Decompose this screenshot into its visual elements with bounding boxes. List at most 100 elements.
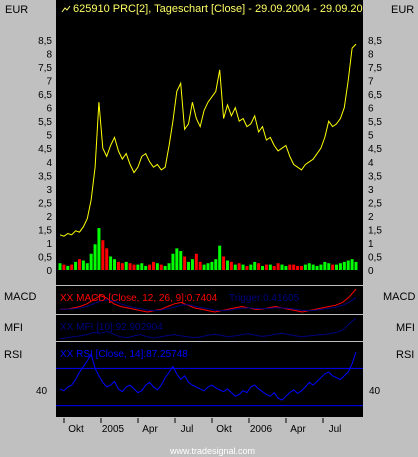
volume-bar (62, 264, 66, 270)
volume-bar (198, 261, 202, 270)
volume-bar (335, 264, 339, 270)
volume-bar (253, 261, 257, 270)
price-tick-left-12: 6 (46, 104, 52, 115)
rsi-side-label-left: RSI (4, 349, 22, 361)
volume-bar (315, 265, 319, 270)
volume-bar (241, 264, 245, 270)
macd-side-label-right: MACD (383, 291, 415, 303)
volume-bar (151, 261, 155, 270)
price-tick-right-16: 8 (368, 50, 374, 61)
volume-bar (132, 264, 136, 270)
volume-bar (89, 253, 93, 270)
volume-bar (202, 264, 206, 270)
volume-bar (249, 264, 253, 270)
volume-bar (74, 261, 78, 270)
watermark: www.tradesignal.com (169, 446, 255, 456)
volume-bar (140, 263, 144, 270)
volume-bar (175, 248, 179, 270)
rsi-legend: XX RSI [Close, 14]:87.25748 (60, 349, 188, 360)
price-tick-left-16: 8 (46, 50, 52, 61)
macd-legend-trigger: Trigger:0.41605 (229, 293, 300, 304)
price-tick-right-15: 7,5 (368, 63, 382, 74)
price-tick-left-0: 0 (46, 266, 52, 277)
price-tick-right-14: 7 (368, 77, 374, 88)
volume-bar (214, 259, 218, 270)
x-tick-label-0: Okt (68, 424, 84, 435)
price-tick-right-17: 8,5 (368, 36, 382, 47)
volume-bar (225, 260, 229, 270)
volume-bar (105, 248, 109, 270)
volume-bar (206, 263, 210, 270)
volume-bar (77, 259, 81, 270)
price-tick-left-6: 3 (46, 185, 52, 196)
x-tick-label-2: Apr (142, 424, 158, 435)
price-tick-right-3: 1,5 (368, 225, 382, 236)
price-tick-left-9: 4,5 (38, 144, 52, 155)
volume-bar (327, 263, 331, 270)
volume-bar (120, 263, 124, 270)
volume-bar (171, 253, 175, 270)
volume-bar (101, 240, 105, 270)
volume-bar (58, 263, 62, 270)
mfi-side-label-left: MFI (4, 322, 23, 334)
volume-bar (183, 256, 187, 270)
x-tick-label-6: Apr (290, 424, 306, 435)
volume-bar (85, 263, 89, 270)
chart-title: 625910 PRC[2], Tageschart [Close] - 29.0… (73, 3, 363, 15)
price-tick-left-17: 8,5 (38, 36, 52, 47)
volume-bar (268, 264, 272, 270)
volume-bar (81, 260, 85, 270)
volume-bar (338, 263, 342, 270)
chart-root: EUR EUR 625910 PRC[2], Tageschart [Close… (0, 0, 418, 457)
volume-bar (354, 261, 358, 270)
volume-bar (159, 264, 163, 270)
x-tick-label-5: 2006 (250, 424, 273, 435)
volume-bar (303, 264, 307, 270)
volume-bar (167, 263, 171, 270)
macd-side-label-left: MACD (4, 291, 36, 303)
rsi-side-label-right: RSI (396, 349, 414, 361)
volume-bar (109, 256, 113, 270)
volume-bar (319, 264, 323, 270)
volume-bar (210, 261, 214, 270)
price-tick-left-1: 0,5 (38, 252, 52, 263)
volume-bar (237, 263, 241, 270)
volume-bar (288, 264, 292, 270)
volume-bar (233, 264, 237, 270)
volume-bar (179, 251, 183, 270)
x-tick-label-1: 2005 (102, 424, 125, 435)
volume-bar (245, 265, 249, 270)
price-tick-left-7: 3,5 (38, 171, 52, 182)
x-tick-label-3: Jul (181, 424, 194, 435)
volume-bar (276, 263, 280, 270)
price-tick-right-4: 2 (368, 212, 374, 223)
price-tick-left-4: 2 (46, 212, 52, 223)
price-ylabel-right: EUR (391, 4, 414, 16)
volume-bar (194, 253, 198, 270)
price-tick-right-10: 5 (368, 131, 374, 142)
volume-bar (136, 264, 140, 270)
volume-bar (307, 263, 311, 270)
volume-bar (264, 264, 268, 270)
volume-bar (331, 264, 335, 270)
volume-bar (97, 228, 101, 270)
volume-bar (124, 261, 128, 270)
price-tick-left-11: 5,5 (38, 117, 52, 128)
volume-bar (229, 261, 233, 270)
x-tick-label-7: Jul (329, 424, 342, 435)
volume-bar (113, 259, 117, 270)
price-tick-right-7: 3,5 (368, 171, 382, 182)
volume-bar (218, 245, 222, 270)
x-tick-label-4: Okt (216, 424, 232, 435)
volume-bar (257, 263, 261, 270)
mfi-side-label-right: MFI (396, 322, 415, 334)
volume-bar (284, 265, 288, 270)
volume-bar (187, 261, 191, 270)
volume-bar (93, 244, 97, 270)
volume-bar (311, 264, 315, 270)
price-tick-left-2: 1 (46, 239, 52, 250)
price-tick-right-1: 0,5 (368, 252, 382, 263)
volume-bar (116, 261, 120, 270)
price-tick-right-13: 6,5 (368, 90, 382, 101)
volume-bar (66, 265, 70, 270)
